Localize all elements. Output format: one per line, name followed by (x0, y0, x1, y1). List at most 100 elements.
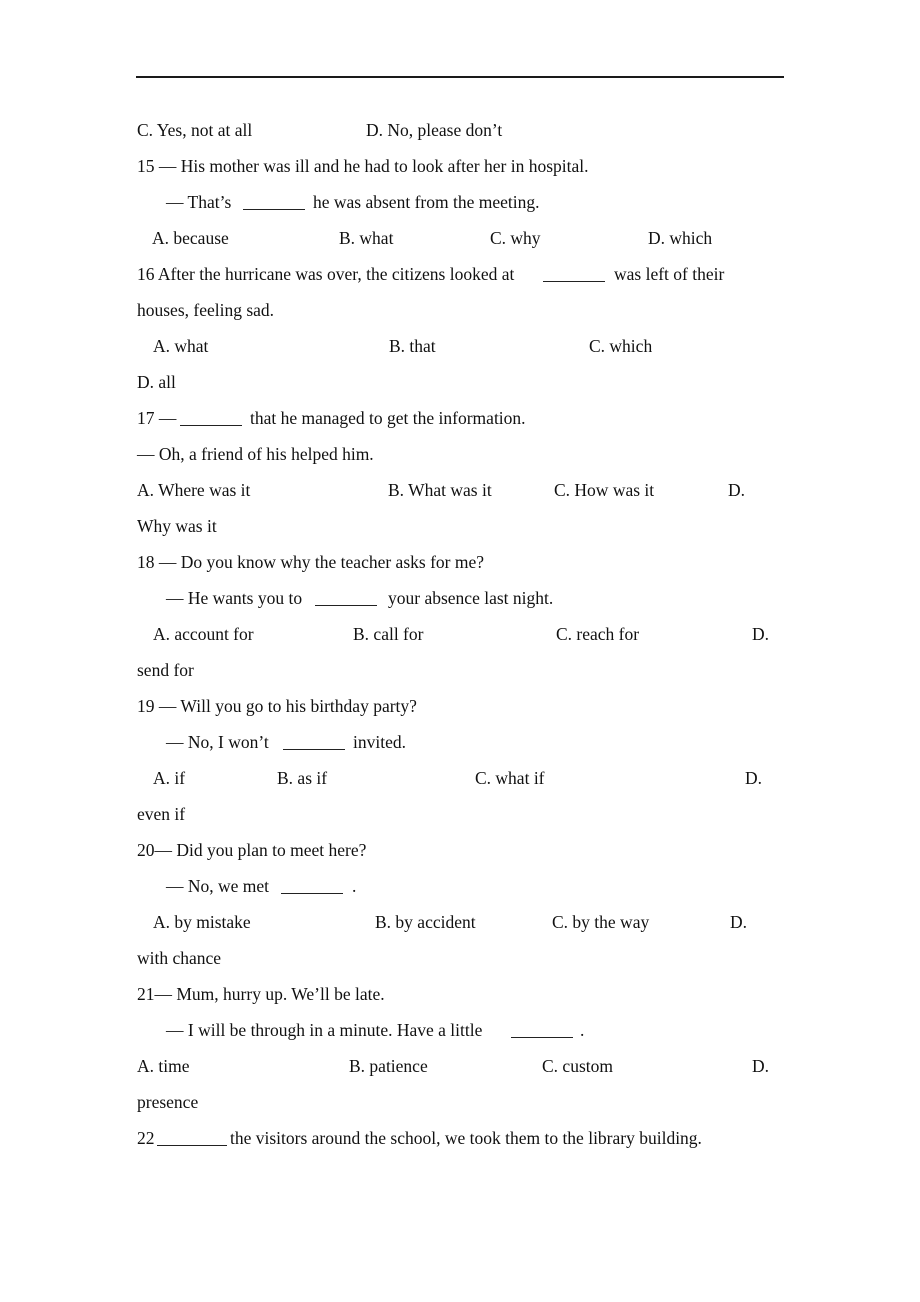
question-stem: 15 — His mother was ill and he had to lo… (137, 156, 589, 176)
question-stem: 19 — Will you go to his birthday party? (137, 696, 417, 716)
option-a: A. because (152, 228, 229, 248)
text-line: send for (0, 652, 920, 688)
text-line: 17 — that he managed to get the informat… (0, 400, 920, 436)
text-line: 15 — His mother was ill and he had to lo… (0, 148, 920, 184)
text-line: 21— Mum, hurry up. We’ll be late. (0, 976, 920, 1012)
question-stem-reply-b: he was absent from the meeting. (313, 192, 540, 212)
option-d: D. which (648, 228, 713, 248)
answer-blank (511, 1012, 573, 1048)
text-line: A. time B. patience C. custom D. (0, 1048, 920, 1084)
text-line: 16 After the hurricane was over, the cit… (0, 256, 920, 292)
option-b: B. as if (277, 768, 328, 788)
text-line: 20— Did you plan to meet here? (0, 832, 920, 868)
text-line: Why was it (0, 508, 920, 544)
answer-blank-underline (281, 879, 343, 894)
option-c: C. which (589, 336, 653, 356)
option-c: C. what if (475, 768, 545, 788)
text-line: with chance (0, 940, 920, 976)
question-stem-b: was left of their (614, 264, 725, 284)
text-line: — That’s he was absent from the meeting. (0, 184, 920, 220)
question-stem-reply-a: — No, we met (166, 876, 274, 896)
answer-blank (157, 1120, 227, 1156)
option-a: A. if (153, 768, 186, 788)
answer-blank (243, 184, 305, 220)
text-line: — He wants you to your absence last nigh… (0, 580, 920, 616)
question-stem-reply-b: your absence last night. (388, 588, 554, 608)
text-line: A. because B. what C. why D. which (0, 220, 920, 256)
answer-blank-underline (243, 195, 305, 210)
option-d-continued: with chance (137, 948, 222, 968)
option-c: C. custom (542, 1056, 613, 1076)
answer-blank-underline (543, 267, 605, 282)
question-lines-container: C. Yes, not at all D. No, please don’t 15 … (0, 112, 920, 1156)
option-a: A. time (137, 1056, 190, 1076)
question-stem-a: 17 — (137, 408, 181, 428)
text-line: A. if B. as if C. what if D. (0, 760, 920, 796)
option-c: C. why (490, 228, 541, 248)
question-stem-reply-b: invited. (353, 732, 406, 752)
text-line: 19 — Will you go to his birthday party? (0, 688, 920, 724)
question-stem-reply: — Oh, a friend of his helped him. (137, 444, 374, 464)
text-line: — Oh, a friend of his helped him. (0, 436, 920, 472)
text-line: houses, feeling sad. (0, 292, 920, 328)
answer-blank (180, 400, 242, 436)
option-a: A. account for (153, 624, 254, 644)
option-b: B. by accident (375, 912, 476, 932)
option-d: D. all (137, 372, 176, 392)
answer-blank (281, 868, 343, 904)
question-stem-reply-a: — No, I won’t (166, 732, 274, 752)
question-stem-reply-a: — I will be through in a minute. Have a … (166, 1020, 487, 1040)
text-line: 22 the visitors around the school, we too… (0, 1120, 920, 1156)
option-d-partial: D. (752, 624, 770, 644)
text-line: — I will be through in a minute. Have a … (0, 1012, 920, 1048)
option-c: C. How was it (554, 480, 655, 500)
option-d-continued: Why was it (137, 516, 217, 536)
option-d: D. No, please don’t (366, 120, 503, 140)
text-line: A. Where was it B. What was it C. How was … (0, 472, 920, 508)
text-line: A. account for B. call for C. reach for D. (0, 616, 920, 652)
option-b: B. call for (353, 624, 424, 644)
text-line: even if (0, 796, 920, 832)
option-d-continued: presence (137, 1092, 199, 1112)
question-stem: 20— Did you plan to meet here? (137, 840, 367, 860)
option-d-partial: D. (752, 1056, 770, 1076)
text-line: C. Yes, not at all D. No, please don’t (0, 112, 920, 148)
header-divider-rule (136, 76, 784, 78)
question-stem-reply-a: — He wants you to (166, 588, 307, 608)
question-stem: 21— Mum, hurry up. We’ll be late. (137, 984, 385, 1004)
option-c: C. Yes, not at all (137, 120, 253, 140)
question-stem-reply-b: . (352, 876, 357, 896)
option-d-partial: D. (728, 480, 746, 500)
exam-page: C. Yes, not at all D. No, please don’t 15 … (0, 0, 920, 1302)
option-a: A. what (153, 336, 209, 356)
option-d-continued: send for (137, 660, 194, 680)
text-line: A. what B. that C. which (0, 328, 920, 364)
question-stem-a: 22 (137, 1128, 155, 1148)
question-stem-cont: houses, feeling sad. (137, 300, 275, 320)
answer-blank-underline (511, 1023, 573, 1038)
answer-blank (283, 724, 345, 760)
question-stem-b: that he managed to get the information. (250, 408, 526, 428)
option-c: C. by the way (552, 912, 650, 932)
option-b: B. that (389, 336, 436, 356)
text-line: presence (0, 1084, 920, 1120)
text-line: — No, I won’t invited. (0, 724, 920, 760)
answer-blank-underline (283, 735, 345, 750)
option-b: B. What was it (388, 480, 492, 500)
option-d-continued: even if (137, 804, 186, 824)
question-stem-a: 16 After the hurricane was over, the cit… (137, 264, 519, 284)
option-c: C. reach for (556, 624, 640, 644)
question-stem-reply-a: — That’s (166, 192, 236, 212)
option-a: A. by mistake (153, 912, 251, 932)
answer-blank-underline (315, 591, 377, 606)
text-line: — No, we met . (0, 868, 920, 904)
answer-blank (543, 256, 605, 292)
answer-blank-underline (180, 411, 242, 426)
answer-blank (315, 580, 377, 616)
option-a: A. Where was it (137, 480, 251, 500)
text-line: 18 — Do you know why the teacher asks fo… (0, 544, 920, 580)
option-d-partial: D. (745, 768, 763, 788)
question-stem-b: the visitors around the school, we took … (230, 1128, 702, 1148)
answer-blank-underline (157, 1131, 227, 1146)
option-b: B. what (339, 228, 394, 248)
